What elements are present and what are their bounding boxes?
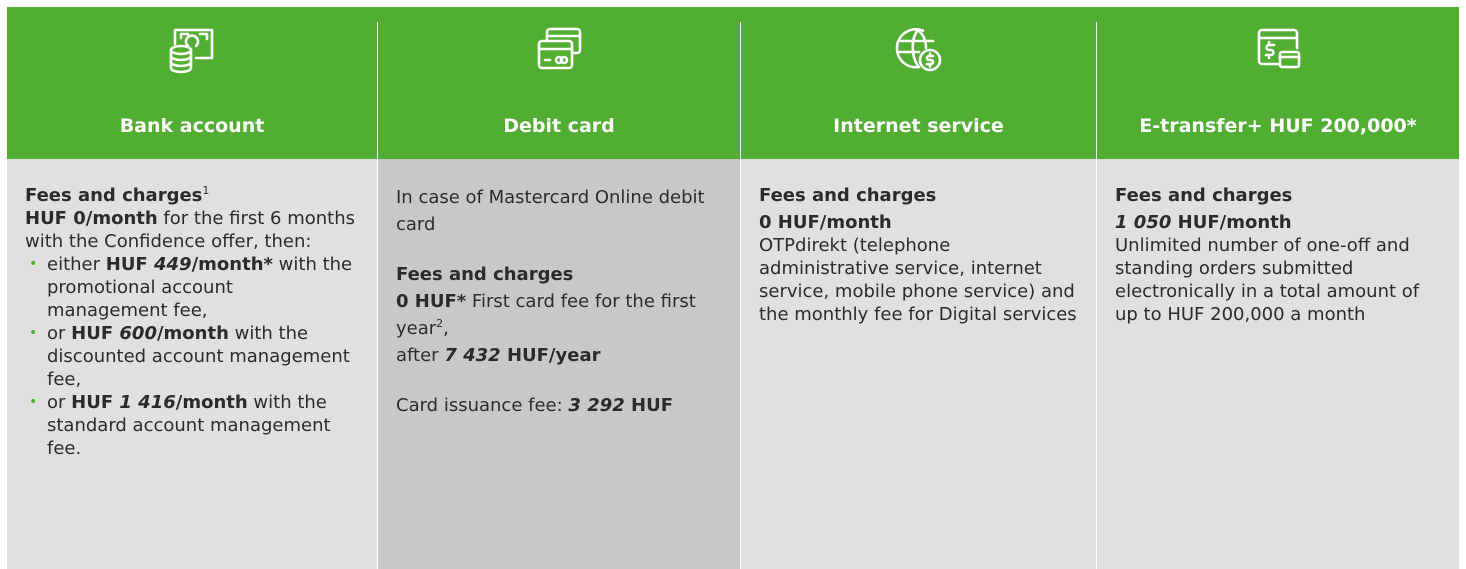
column-header-internet-service: Internet service [741,7,1096,159]
option-amount: 1 416 [119,392,176,413]
option-currency: HUF [71,392,120,413]
table-body: Fees and charges1 HUF 0/month for the fi… [7,159,1459,569]
fees-heading: Fees and charges [759,185,937,206]
option-unit: /month [191,254,264,275]
column-header-debit-card: Debit card [378,7,740,159]
option-unit: /month [175,392,248,413]
after-amount: 7 432 [444,345,501,366]
list-item: or HUF 600/month with the discounted acc… [25,322,359,391]
footnote-marker: 1 [202,184,210,197]
internet-service-details: Fees and charges 0 HUF/month OTPdirekt (… [741,159,1096,569]
table-header: Bank account Debit card Internet service… [7,7,1459,159]
fee-amount: 1 050 [1115,212,1172,233]
option-unit: /month [156,323,229,344]
fees-heading: Fees and charges [396,264,574,285]
debit-card-intro: In case of Mastercard Online debit card [396,187,705,235]
credit-cards-icon [533,24,585,76]
column-header-bank-account: Bank account [7,7,377,159]
service-description: Unlimited number of one-off and standing… [1115,235,1420,325]
debit-card-details: In case of Mastercard Online debit card … [378,159,740,569]
globe-dollar-icon [893,24,945,76]
after-prefix: after [396,345,445,366]
option-currency: HUF [71,323,120,344]
column-header-etransfer: E-transfer+ HUF 200,000* [1097,7,1459,159]
product-comparison-table: Bank account Debit card Internet service… [7,7,1459,569]
issuance-label: Card issuance fee: [396,395,569,416]
after-unit: HUF/year [500,345,601,366]
list-item: either HUF 449/month* with the promotion… [25,253,359,322]
fee-value: HUF 0/month [25,208,158,229]
option-prefix: or [47,392,72,413]
option-prefix: either [47,254,106,275]
column-title: Internet service [833,115,1004,137]
column-title: E-transfer+ HUF 200,000* [1139,115,1417,137]
issuance-unit: HUF [624,395,674,416]
fee-unit: HUF/month [1171,212,1292,233]
option-amount: 600 [119,323,157,344]
first-fee-value: 0 HUF* [396,291,467,312]
option-currency: HUF [105,254,154,275]
punctuation: , [443,318,449,339]
bank-account-details: Fees and charges1 HUF 0/month for the fi… [7,159,377,569]
list-item: or HUF 1 416/month with the standard acc… [25,391,359,460]
etransfer-details: Fees and charges 1 050 HUF/month Unlimit… [1097,159,1459,569]
option-star: * [263,254,273,275]
issuance-amount: 3 292 [568,395,625,416]
column-title: Debit card [503,115,615,137]
fees-heading: Fees and charges [1115,185,1293,206]
column-title: Bank account [119,115,265,137]
fees-heading: Fees and charges [25,185,203,206]
service-description: OTPdirekt (telephone administrative serv… [759,235,1077,325]
screen-dollar-card-icon [1252,24,1304,76]
option-amount: 449 [154,254,192,275]
fee-value: 0 HUF/month [759,212,892,233]
cash-coins-icon [166,24,218,76]
option-prefix: or [47,323,72,344]
fee-options-list: either HUF 449/month* with the promotion… [25,253,359,460]
